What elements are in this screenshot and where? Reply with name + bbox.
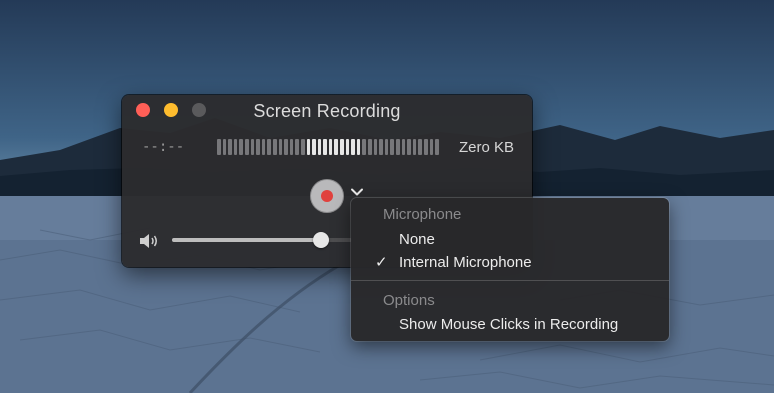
- level-meter-bar: [233, 139, 238, 155]
- speaker-icon: [140, 234, 157, 248]
- level-meter-bar: [295, 139, 299, 155]
- menu-separator: [351, 280, 669, 281]
- level-meter-bar: [317, 139, 322, 155]
- level-meter-bar: [239, 139, 243, 155]
- menu-item-label: None: [399, 231, 435, 248]
- record-button[interactable]: [310, 179, 344, 213]
- level-meter-bar: [396, 139, 400, 155]
- record-icon: [321, 190, 333, 202]
- level-meter-bar: [306, 139, 311, 155]
- level-meter-bar: [250, 139, 255, 155]
- level-meter-bar: [340, 139, 344, 155]
- level-meter-bar: [429, 139, 434, 155]
- menu-item-none[interactable]: None: [351, 229, 669, 251]
- level-meter-bar: [373, 139, 378, 155]
- level-meter-bar: [368, 139, 372, 155]
- menu-item-show-mouse-clicks[interactable]: Show Mouse Clicks in Recording: [351, 314, 669, 336]
- level-meter-bar: [244, 139, 249, 155]
- level-meter-bar: [261, 139, 266, 155]
- level-meter-bar: [300, 139, 305, 155]
- time-readout: --:--: [142, 139, 185, 155]
- checkmark-icon: ✓: [375, 254, 388, 271]
- level-meter-bar: [401, 139, 406, 155]
- level-meter-bar: [390, 139, 394, 155]
- level-meter-bar: [312, 139, 316, 155]
- level-meter-bar: [418, 139, 422, 155]
- level-meter-bar: [345, 139, 350, 155]
- level-meter-bar: [217, 139, 221, 155]
- level-meter-bar: [384, 139, 389, 155]
- level-meter-bar: [407, 139, 411, 155]
- level-meter-bar: [423, 139, 428, 155]
- level-meter-bar: [334, 139, 339, 155]
- level-meter-bar: [412, 139, 417, 155]
- level-meter-bar: [328, 139, 333, 155]
- window-title: Screen Recording: [253, 101, 401, 121]
- level-meter-bar: [356, 139, 361, 155]
- menu-item-internal-microphone[interactable]: ✓ Internal Microphone: [351, 252, 669, 274]
- level-meter-bar: [272, 139, 277, 155]
- recording-options-menu: Microphone None ✓ Internal Microphone Op…: [351, 198, 669, 341]
- level-meter-bar: [278, 139, 283, 155]
- level-meter-bar: [351, 139, 355, 155]
- level-meter-bar: [222, 139, 227, 155]
- level-meter-bar: [256, 139, 260, 155]
- level-meter-bar: [362, 139, 367, 155]
- level-meter-bar: [435, 139, 439, 155]
- chevron-down-icon[interactable]: [350, 185, 364, 199]
- options-section-header: Options: [383, 292, 435, 309]
- volume-slider-knob[interactable]: [313, 232, 330, 248]
- level-meter-bar: [228, 139, 232, 155]
- microphone-section-header: Microphone: [383, 206, 462, 223]
- level-meter-bar: [289, 139, 294, 155]
- level-meter-bar: [379, 139, 383, 155]
- volume-slider-fill: [172, 238, 322, 242]
- level-meter-bar: [267, 139, 271, 155]
- menu-item-label: Show Mouse Clicks in Recording: [399, 316, 619, 333]
- level-meter-bar: [284, 139, 288, 155]
- level-meter-bar: [323, 139, 327, 155]
- menu-item-label: Internal Microphone: [399, 254, 532, 271]
- file-size-readout: Zero KB: [458, 139, 514, 156]
- audio-level-meter: [217, 139, 439, 155]
